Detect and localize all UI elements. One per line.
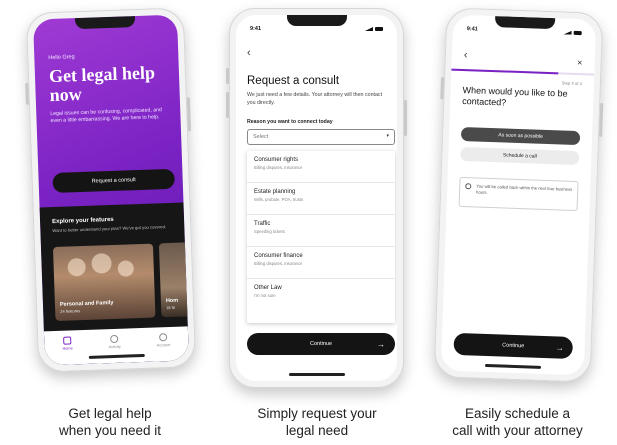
continue-button[interactable]: Continue → xyxy=(453,332,574,359)
step-indicator: Step 4 of 4 xyxy=(561,80,583,87)
back-chevron-icon[interactable]: ‹ xyxy=(464,49,468,61)
callback-note-text: You will be called back within the next … xyxy=(475,183,573,195)
caption-get-legal-help: Get legal help when you need it xyxy=(20,405,200,439)
home-icon xyxy=(63,336,72,345)
option-subtitle: Billing disputes, insurance xyxy=(254,261,303,266)
arrow-right-icon: → xyxy=(377,339,385,349)
photo-figure xyxy=(67,257,86,277)
clock-icon xyxy=(465,183,472,190)
request-consult-screen: 9:41 ‹ Request a consult We just need a … xyxy=(236,15,397,381)
greeting: Hello Greg xyxy=(48,54,75,62)
dropdown-option[interactable]: Estate planning Wills, probate, POA, tru… xyxy=(247,183,395,215)
notch xyxy=(494,16,555,30)
page-title: When would you like to be contacted? xyxy=(462,84,568,108)
tab-label: Home xyxy=(62,346,73,351)
option-title: Consumer finance xyxy=(254,253,303,259)
notch xyxy=(74,16,136,30)
phone-home-screen: Hello Greg Get legal help now Legal issu… xyxy=(25,7,197,373)
tab-home[interactable]: Home xyxy=(62,336,73,351)
phone-schedule-call: 9:41 ‹ ✕ Step 4 of 4 When would you like… xyxy=(433,7,604,383)
continue-button[interactable]: Continue → xyxy=(247,333,395,355)
card-subtitle: 24 features xyxy=(60,308,81,314)
tab-bar: Home Activity Account xyxy=(43,326,189,366)
option-subtitle: Wills, probate, POA, trusts xyxy=(254,197,304,202)
option-subtitle: Billing disputes, insurance xyxy=(254,165,303,170)
caption-line: Simply request your xyxy=(257,406,377,421)
battery-icon xyxy=(573,30,582,36)
signal-icon xyxy=(365,27,373,31)
tab-label: Account xyxy=(156,343,171,348)
option-subtitle: I'm not sure xyxy=(254,293,276,298)
status-time: 9:41 xyxy=(250,26,262,32)
caption-line: legal need xyxy=(285,423,349,438)
caption-line: Easily schedule a xyxy=(464,406,571,421)
notch xyxy=(286,15,347,26)
progress-bar xyxy=(451,68,595,76)
caption-line: Get legal help xyxy=(68,406,152,421)
account-icon xyxy=(159,333,168,342)
reason-field-label: Reason you want to connect today xyxy=(247,119,333,125)
activity-icon xyxy=(110,334,119,344)
app-showcase: Hello Greg Get legal help now Legal issu… xyxy=(0,0,617,445)
option-title: Estate planning xyxy=(254,189,296,195)
progress-fill xyxy=(451,68,559,75)
tab-account[interactable]: Account xyxy=(156,333,171,348)
feature-card-personal-family[interactable]: Personal and Family 24 features xyxy=(52,243,156,322)
status-bar: 9:41 xyxy=(250,26,383,32)
feature-card-home[interactable]: Hom 16 fe xyxy=(158,241,189,318)
asap-option-button[interactable]: As soon as possible xyxy=(460,126,581,146)
caption-schedule-call: Easily schedule a call with your attorne… xyxy=(420,405,615,439)
volume-button xyxy=(226,92,229,118)
option-subtitle: Speeding tickets xyxy=(254,229,285,234)
status-time: 9:41 xyxy=(466,26,478,33)
power-button xyxy=(404,100,407,136)
phone-request-consult: 9:41 ‹ Request a consult We just need a … xyxy=(226,8,407,388)
hero-body: Legal issues can be confusing, complicat… xyxy=(50,107,162,125)
back-chevron-icon[interactable]: ‹ xyxy=(247,47,251,59)
continue-label: Continue xyxy=(502,342,525,350)
reason-dropdown-list: Consumer rights Billing disputes, insura… xyxy=(247,151,395,323)
schedule-call-option-button[interactable]: Schedule a call xyxy=(460,146,580,166)
dropdown-option[interactable]: Other Law I'm not sure xyxy=(247,279,395,311)
volume-button xyxy=(440,77,445,100)
page-subtitle: We just need a few details. Your attorne… xyxy=(247,92,383,106)
power-button xyxy=(599,102,604,137)
schedule-call-screen: 9:41 ‹ ✕ Step 4 of 4 When would you like… xyxy=(440,14,597,376)
select-placeholder: Select xyxy=(253,134,269,140)
option-title: Traffic xyxy=(254,221,271,227)
signal-icon xyxy=(564,30,572,34)
home-screen: Hello Greg Get legal help now Legal issu… xyxy=(33,14,189,366)
callback-note: You will be called back within the next … xyxy=(458,176,579,212)
close-icon[interactable]: ✕ xyxy=(577,59,583,67)
dropdown-option[interactable]: Consumer finance Billing disputes, insur… xyxy=(247,247,395,279)
power-button xyxy=(186,97,191,132)
option-title: Other Law xyxy=(254,285,282,291)
caption-request-need: Simply request your legal need xyxy=(222,405,412,439)
caption-line: call with your attorney xyxy=(452,423,583,438)
hero-headline: Get legal help now xyxy=(48,62,156,106)
dropdown-option[interactable]: Traffic Speeding tickets xyxy=(247,215,395,247)
reason-select[interactable]: Select ▾ xyxy=(247,129,395,145)
caption-line: when you need it xyxy=(58,423,162,438)
card-subtitle: 16 fe xyxy=(166,304,176,311)
request-consult-button[interactable]: Request a consult xyxy=(52,168,175,194)
chevron-down-icon: ▾ xyxy=(386,133,389,139)
tab-activity[interactable]: Activity xyxy=(108,334,121,350)
mute-switch xyxy=(226,68,229,84)
option-title: Consumer rights xyxy=(254,157,299,163)
card-title: Personal and Family xyxy=(59,299,114,308)
battery-icon xyxy=(375,27,383,31)
tab-label: Activity xyxy=(108,344,121,350)
volume-button xyxy=(25,82,29,105)
card-title: Hom xyxy=(165,297,179,305)
dropdown-option[interactable]: Consumer rights Billing disputes, insura… xyxy=(247,151,395,183)
photo-figure xyxy=(91,253,112,274)
continue-label: Continue xyxy=(309,341,333,347)
arrow-right-icon: → xyxy=(555,342,564,353)
page-title: Request a consult xyxy=(247,75,340,87)
home-indicator xyxy=(484,363,541,369)
home-indicator xyxy=(288,373,345,376)
photo-figure xyxy=(117,260,135,277)
